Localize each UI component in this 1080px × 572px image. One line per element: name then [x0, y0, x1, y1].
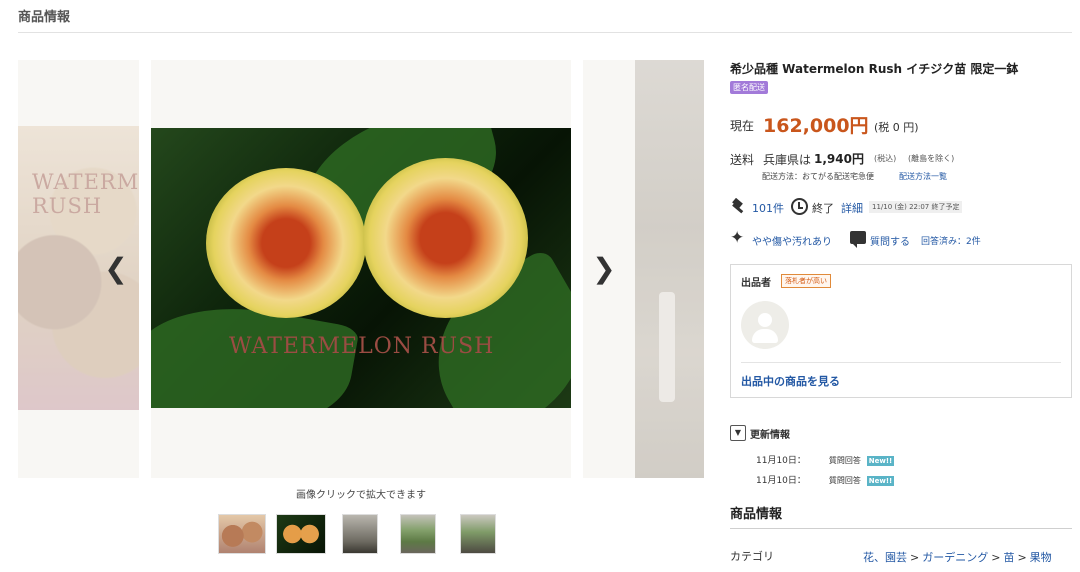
- fig-photo-main[interactable]: WATERMELON RUSH: [151, 128, 571, 408]
- category-link[interactable]: 花、園芸: [863, 551, 907, 564]
- update-row: 11月10日： 質問回答 New!!: [756, 473, 895, 486]
- category-link[interactable]: 苗: [1003, 551, 1014, 564]
- tax-note: (税 0 円): [874, 121, 919, 134]
- thumbnail-5[interactable]: [460, 514, 496, 554]
- thumbnail-1[interactable]: [218, 514, 266, 554]
- watermark: WATERMELON RUSH: [229, 334, 495, 359]
- condition-link[interactable]: やや傷や汚れあり: [752, 233, 832, 248]
- category-link[interactable]: ガーデニング: [922, 551, 988, 564]
- avatar-head-icon: [758, 313, 772, 327]
- chevron-left-icon[interactable]: ❮: [104, 251, 128, 285]
- breadcrumb-separator: >: [1017, 551, 1027, 564]
- plant-stake: [659, 292, 675, 402]
- shipping-label: 送料: [730, 153, 755, 167]
- shipping-methods-link[interactable]: 配送方法一覧: [899, 171, 947, 182]
- gallery-main-slide[interactable]: WATERMELON RUSH: [151, 60, 571, 478]
- answered-count-link[interactable]: 回答済み：2件: [921, 234, 981, 247]
- seller-avatar[interactable]: [741, 301, 789, 349]
- seller-badge: 落札者が高い: [781, 274, 831, 288]
- update-date: 11月10日：: [756, 456, 806, 466]
- update-type: 質問回答: [828, 476, 861, 485]
- gavel-icon: [732, 198, 744, 214]
- updates-title: 更新情報: [750, 430, 790, 441]
- divider: [18, 32, 1072, 33]
- new-badge: New!!: [866, 456, 895, 466]
- update-row: 11月10日： 質問回答 New!!: [756, 453, 895, 466]
- end-date: 11/10 (金) 22:07 終了予定: [869, 201, 963, 213]
- new-badge: New!!: [866, 476, 895, 486]
- thumbnail-4[interactable]: [400, 514, 436, 554]
- category-breadcrumb: 花、園芸 > ガーデニング > 苗 > 果物: [863, 549, 1052, 565]
- breadcrumb-separator: >: [991, 551, 1001, 564]
- bid-count-link[interactable]: 101件: [752, 200, 784, 216]
- update-date: 11月10日：: [756, 476, 806, 486]
- divider: [730, 528, 1072, 529]
- avatar-body-icon: [752, 329, 778, 343]
- end-detail-link[interactable]: 詳細: [841, 200, 863, 216]
- fig-half-right: [363, 158, 528, 318]
- anonymous-shipping-badge: 匿名配送: [730, 81, 768, 94]
- seller-label: 出品者: [741, 278, 771, 289]
- gallery-caption: 画像クリックで拡大できます: [296, 490, 426, 501]
- ask-question-link[interactable]: 質問する: [870, 233, 910, 248]
- category-label: カテゴリ: [730, 550, 774, 563]
- seller-box: 出品者 落札者が高い 出品中の商品を見る: [730, 264, 1072, 398]
- end-label: 終了: [812, 202, 834, 215]
- chevron-right-icon[interactable]: ❯: [592, 251, 616, 285]
- info-title: 商品情報: [730, 507, 783, 522]
- fig-half-left: [206, 168, 366, 318]
- current-price: 162,000円: [763, 115, 869, 137]
- shipping-tax-in: (税込): [874, 154, 897, 163]
- shipping-price: 1,940円: [814, 152, 864, 166]
- clock-icon: [791, 198, 808, 215]
- thumbnail-3[interactable]: [342, 514, 378, 554]
- caret-down-icon[interactable]: ▼: [730, 425, 746, 441]
- seller-items-link[interactable]: 出品中の商品を見る: [741, 373, 840, 389]
- shipping-prefecture: 兵庫県は: [763, 153, 812, 167]
- shipping-method: 配送方法：おてがる配送宅急便: [762, 172, 874, 181]
- divider: [741, 362, 1061, 363]
- update-type: 質問回答: [828, 456, 861, 465]
- shipping-exclusion: (離島を除く): [908, 154, 955, 163]
- watermark: WATERMELON RUSH: [32, 170, 139, 218]
- thumbnail-2[interactable]: [276, 514, 326, 554]
- product-title: 希少品種 Watermelon Rush イチジク苗 限定一鉢: [730, 62, 1019, 76]
- fig-photo-next: [635, 60, 704, 478]
- chat-icon: [850, 231, 866, 248]
- category-link[interactable]: 果物: [1030, 551, 1052, 564]
- sparkle-icon: ✦: [730, 228, 745, 248]
- breadcrumb-separator: >: [910, 551, 920, 564]
- section-heading: 商品情報: [18, 10, 71, 25]
- price-label: 現在: [730, 119, 755, 133]
